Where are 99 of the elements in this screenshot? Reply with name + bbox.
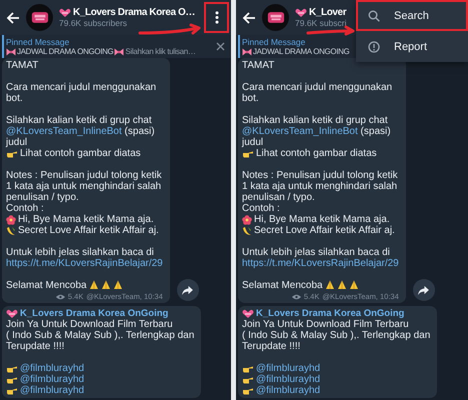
message-text: penulisan / typo. (6, 192, 79, 203)
ribbon-icon (6, 48, 16, 56)
message-text: Hi, Bye Mama ketik Mama aja. (18, 214, 154, 225)
pointing-hand-icon (242, 364, 254, 374)
hearts-icon (242, 308, 254, 318)
hearts-icon (59, 8, 71, 18)
ribbon-icon (114, 48, 124, 56)
channel-title: K_Lovers Drama Korea O… (73, 7, 195, 18)
message-text: Untuk lebih jelas silahkan baca di (242, 247, 390, 258)
link[interactable]: @KLoversTeam_InlineBot (6, 126, 122, 137)
back-icon[interactable] (6, 10, 20, 24)
pointing-hand-icon (242, 374, 254, 384)
link[interactable]: @filmblurayhd (256, 374, 320, 385)
message-text: Contoh : (242, 203, 280, 214)
message-text: ( Indo Sub & Malay Sub ),. Terlengkap dan (6, 330, 194, 341)
ribbon-icon (242, 48, 252, 56)
subscriber-count: 79.6K subscribers (59, 18, 128, 28)
pointing-hand-icon (6, 374, 18, 384)
link[interactable]: https://t.me/KLoversRajinBelajar/29 (242, 258, 399, 269)
pinned-label: Pinned Message (6, 37, 70, 47)
share-icon (182, 286, 194, 294)
more-menu-button[interactable] (204, 2, 229, 33)
message-text: Silahkan kalian ketik di grup chat (242, 115, 388, 126)
link[interactable]: @filmblurayhd (20, 374, 84, 385)
pinned-preview: JADWAL DRAMA ONGOING (17, 47, 114, 56)
message-text: Hi, Bye Mama ketik Mama aja. (254, 214, 390, 225)
eye-icon (56, 294, 65, 300)
link[interactable]: @filmblurayhd (256, 385, 320, 396)
message-text: bot. (242, 93, 259, 104)
channel-avatar[interactable] (262, 4, 289, 31)
menu-item[interactable]: Search (356, 0, 468, 31)
message-text: Contoh : (6, 203, 44, 214)
message-text: Untuk lebih jelas silahkan baca di (6, 247, 154, 258)
banana-icon (242, 226, 252, 236)
link[interactable]: @filmblurayhd (20, 363, 84, 374)
subscriber-count: 79.6K subscri (295, 18, 348, 28)
message-text: bot. (6, 93, 23, 104)
flower-icon (6, 214, 16, 224)
pointing-hand-icon (6, 364, 18, 374)
praying-hands-icon (336, 280, 347, 291)
channel-title: K_Lover (309, 7, 346, 18)
message-text: @KLoversTeam_InlineBot (spasi) (6, 126, 155, 137)
message-text: Silahkan kalian ketik di grup chat (6, 115, 152, 126)
message-text: Cara mencari judul menggunakan (242, 82, 392, 93)
message-text: Selamat Mencoba (242, 280, 323, 291)
message-text: judul (242, 137, 264, 148)
link[interactable]: @filmblurayhd (256, 363, 320, 374)
channel-avatar[interactable] (26, 4, 53, 31)
pinned-message-bar[interactable]: Pinned Message JADWAL DRAMA ONGOING Silahkan klik tulisan… (2, 35, 231, 58)
link[interactable]: @KLoversTeam_InlineBot (242, 126, 358, 137)
banana-icon (6, 226, 16, 236)
hearts-icon (6, 308, 18, 318)
message-text: judul (6, 137, 28, 148)
pinned-label: Pinned Message (242, 37, 306, 47)
message-text: Terupdate !!!! (6, 341, 64, 352)
message-text: Join Ya Untuk Download Film Terbaru (6, 319, 173, 330)
message-text: TAMAT (6, 60, 38, 71)
message-text: penulisan / typo. (242, 192, 315, 203)
message-text: Secret Love Affair ketik Affair aj. (254, 225, 395, 236)
more-icon (214, 11, 218, 24)
pointing-hand-icon (242, 148, 254, 158)
channel-name[interactable]: K_Lovers Drama Korea OnGoing (20, 308, 168, 319)
share-button[interactable] (412, 279, 435, 301)
back-icon[interactable] (242, 10, 256, 24)
message-text: Join Ya Untuk Download Film Terbaru (242, 319, 409, 330)
message-text: Notes : Penulisan judul tolong ketik (242, 170, 398, 181)
praying-hands-icon (348, 280, 359, 291)
message-text: ( Indo Sub & Malay Sub ),. Terlengkap dan (242, 330, 430, 341)
message-text: @KLoversTeam_InlineBot (spasi) (242, 126, 391, 137)
pinned-preview: JADWAL DRAMA ONGOING (253, 47, 350, 56)
message-text: Secret Love Affair ketik Affair aj. (18, 225, 159, 236)
message-text: Notes : Penulisan judul tolong ketik (6, 170, 162, 181)
info-icon (368, 40, 380, 52)
message-text: 1 kata aja untuk menghindari salah (242, 181, 398, 192)
message-text: TAMAT (242, 60, 274, 71)
pointing-hand-icon (6, 148, 18, 158)
praying-hands-icon (88, 280, 99, 291)
message-text: 1 kata aja untuk menghindari salah (6, 181, 162, 192)
eye-icon (292, 294, 301, 300)
message-text: Lihat contoh gambar diatas (20, 148, 141, 159)
hearts-icon (295, 8, 307, 18)
channel-name[interactable]: K_Lovers Drama Korea OnGoing (256, 308, 404, 319)
message-text: Lihat contoh gambar diatas (256, 148, 377, 159)
share-button[interactable] (176, 279, 199, 301)
pinned-preview: Silahkan klik tulisan… (125, 47, 196, 56)
share-icon (418, 286, 430, 294)
search-icon (368, 10, 380, 22)
flower-icon (242, 214, 252, 224)
praying-hands-icon (324, 280, 335, 291)
praying-hands-icon (112, 280, 123, 291)
close-icon[interactable] (216, 42, 225, 51)
message-text: Terupdate !!!! (242, 341, 300, 352)
message-text: Cara mencari judul menggunakan (6, 82, 156, 93)
link[interactable]: @filmblurayhd (20, 385, 84, 396)
praying-hands-icon (100, 280, 111, 291)
link[interactable]: https://t.me/KLoversRajinBelajar/29 (6, 258, 163, 269)
pointing-hand-icon (6, 386, 18, 396)
message-text: Selamat Mencoba (6, 280, 87, 291)
pointing-hand-icon (242, 386, 254, 396)
